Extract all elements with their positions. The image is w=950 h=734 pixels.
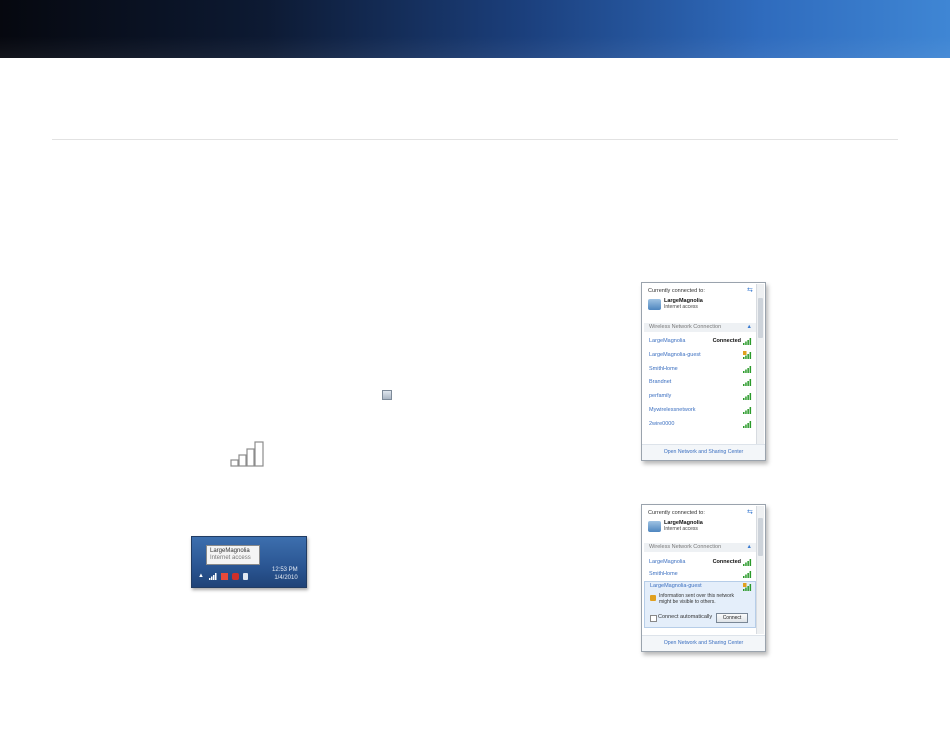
connected-network-status: Internet access <box>664 526 698 532</box>
signal-bars-icon <box>743 420 752 428</box>
warning-icon <box>650 595 656 601</box>
signal-bars-icon <box>230 441 264 467</box>
network-name: LargeMagnolia-guest <box>649 351 701 358</box>
system-clock[interactable]: 12:53 PM 1/4/2010 <box>272 566 298 582</box>
network-name: SmithHome <box>649 365 678 372</box>
section-header[interactable]: Wireless Network Connection ▲ <box>644 323 756 332</box>
connection-status: Connected <box>712 338 741 344</box>
tooltip-title: LargeMagnolia <box>210 548 250 554</box>
signal-shield-icon <box>743 350 752 359</box>
signal-shield-icon <box>743 583 752 591</box>
network-name: Brandnet <box>649 379 672 386</box>
scrollbar-thumb[interactable] <box>758 518 763 556</box>
selected-network[interactable]: LargeMagnolia-guest Information sent ove… <box>644 581 756 628</box>
signal-bars-icon <box>743 365 752 373</box>
network-list-item[interactable]: LargeMagnolia Connected <box>649 558 755 566</box>
network-list-item[interactable]: perfamily <box>649 392 755 401</box>
network-list-item[interactable]: LargeMagnolia Connected <box>649 337 755 345</box>
network-list-item[interactable]: Brandnet <box>649 378 755 387</box>
connect-button[interactable]: Connect <box>716 613 748 623</box>
network-name: LargeMagnolia <box>649 559 686 565</box>
network-name: perfamily <box>649 393 672 400</box>
signal-bars-icon <box>743 338 752 345</box>
system-tray: ▲ <box>198 570 258 582</box>
currently-connected-label: Currently connected to: <box>648 510 705 516</box>
wireless-popup-connect: Currently connected to: ⇆ LargeMagnolia … <box>641 504 766 652</box>
flag-icon[interactable] <box>221 572 228 580</box>
network-list-item[interactable]: SmithHome <box>649 570 755 578</box>
network-tooltip: LargeMagnolia Internet access <box>206 545 260 565</box>
signal-bars-icon <box>743 571 752 578</box>
open-network-center-link[interactable]: Open Network and Sharing Center <box>642 444 765 460</box>
network-icon <box>648 299 661 310</box>
tooltip-subtitle: Internet access <box>210 555 251 561</box>
refresh-icon[interactable]: ⇆ <box>747 286 753 294</box>
divider <box>52 139 898 140</box>
shield-icon[interactable] <box>232 572 239 580</box>
signal-bars-icon <box>743 393 752 401</box>
connected-network-status: Internet access <box>664 304 698 310</box>
network-name: Mywirelessnetwork <box>649 407 696 413</box>
signal-bars-icon <box>743 379 752 387</box>
collapse-caret-icon[interactable]: ▲ <box>747 323 752 332</box>
network-name: SmithHome <box>649 571 678 577</box>
refresh-icon[interactable]: ⇆ <box>747 508 753 516</box>
network-list-item[interactable]: 2wire0000 <box>649 420 755 428</box>
network-tray-icon <box>382 390 392 400</box>
network-list-item[interactable]: LargeMagnolia-guest <box>649 350 755 359</box>
signal-bars-icon <box>743 407 752 414</box>
up-arrow-icon[interactable]: ▲ <box>198 573 205 580</box>
collapse-caret-icon[interactable]: ▲ <box>747 543 752 552</box>
network-list-item[interactable]: Mywirelessnetwork <box>649 406 755 414</box>
scrollbar[interactable] <box>756 284 764 444</box>
network-name: LargeMagnolia <box>649 338 686 344</box>
selected-network-name: LargeMagnolia-guest <box>650 583 702 589</box>
speaker-icon[interactable] <box>243 572 248 580</box>
network-list-item[interactable]: SmithHome <box>649 365 755 373</box>
connection-status: Connected <box>712 559 741 565</box>
section-label: Wireless Network Connection <box>649 544 722 550</box>
section-label: Wireless Network Connection <box>649 324 722 330</box>
clock-time: 12:53 PM <box>272 567 298 573</box>
network-icon <box>648 521 661 532</box>
header-banner <box>0 0 950 58</box>
scrollbar[interactable] <box>756 506 764 634</box>
security-warning: Information sent over this network might… <box>659 593 735 605</box>
section-header[interactable]: Wireless Network Connection ▲ <box>644 543 756 552</box>
connect-automatically-label: Connect automatically <box>658 614 713 620</box>
clock-date: 1/4/2010 <box>274 575 298 581</box>
scrollbar-thumb[interactable] <box>758 298 763 338</box>
wireless-popup-list: Currently connected to: ⇆ LargeMagnolia … <box>641 282 766 461</box>
currently-connected-label: Currently connected to: <box>648 288 705 294</box>
signal-bars-icon <box>743 559 752 566</box>
connect-automatically-checkbox[interactable] <box>650 615 657 622</box>
open-network-center-link[interactable]: Open Network and Sharing Center <box>642 635 765 651</box>
network-name: 2wire0000 <box>649 420 675 427</box>
signal-bars-icon[interactable] <box>209 572 217 580</box>
